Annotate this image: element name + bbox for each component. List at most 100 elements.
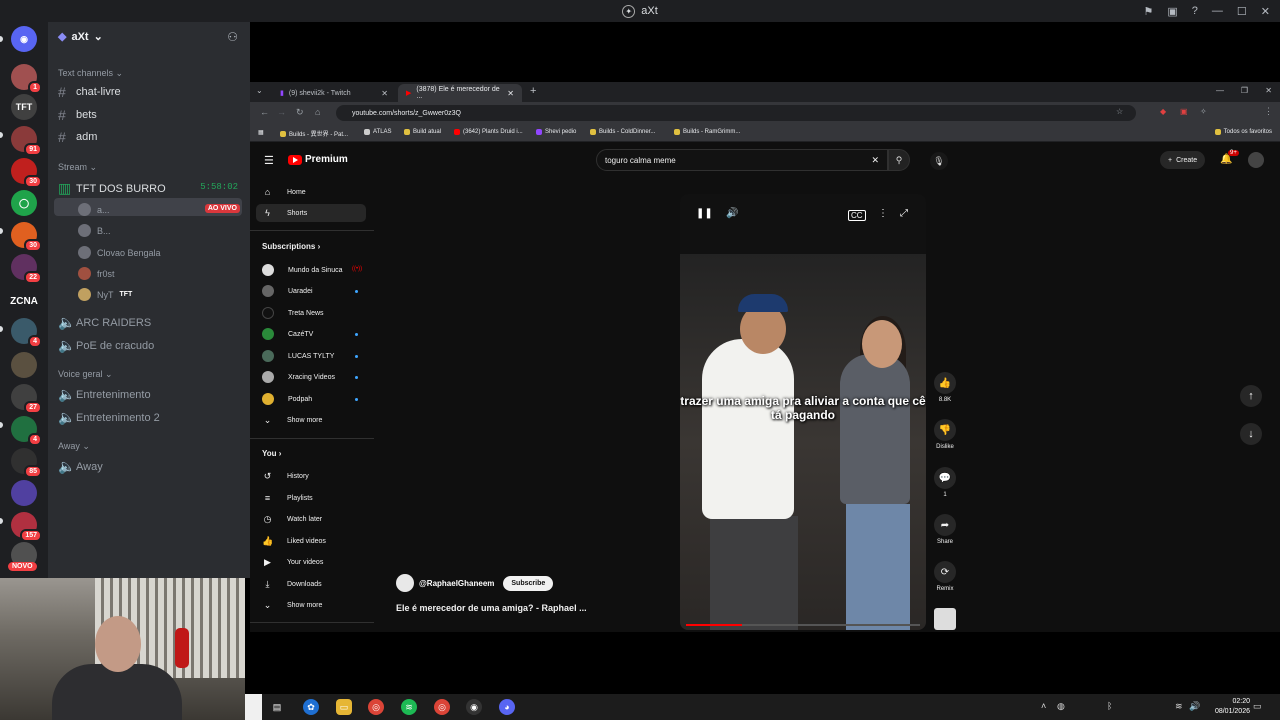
subscription-item[interactable]: Treta News — [262, 304, 324, 322]
close-icon[interactable]: ✕ — [1261, 5, 1270, 18]
fullscreen-icon[interactable]: ⤢ — [900, 208, 908, 219]
share-button[interactable]: ➦ Share — [930, 514, 960, 545]
address-bar[interactable]: youtube.com/shorts/z_Gwwer0z3Q — [336, 105, 1136, 121]
server-zcna[interactable]: ZCNA — [9, 288, 39, 314]
subscription-item[interactable]: Mundo da Sinuca — [262, 261, 342, 279]
inbox-icon[interactable]: ⚑ — [1144, 5, 1154, 18]
subscribe-button[interactable]: Subscribe — [503, 575, 554, 591]
voice-channel-poe[interactable]: 🔈 PoE de cracudo — [58, 337, 154, 354]
minimize-icon[interactable]: — — [1212, 5, 1223, 17]
voice-user[interactable]: Clovao Bengala — [78, 246, 161, 259]
clear-icon[interactable]: ✕ — [871, 155, 879, 166]
server-icon[interactable]: 4 — [11, 318, 42, 348]
volume-icon[interactable]: 🔊 — [1189, 701, 1200, 712]
comments-button[interactable]: 💬 1 — [930, 467, 960, 498]
chrome-icon[interactable]: ◎ — [368, 699, 384, 715]
server-icon[interactable]: TFT — [11, 94, 37, 120]
menu-icon[interactable]: ⋮ — [1264, 106, 1273, 117]
bookmark[interactable]: Build atual — [404, 129, 441, 135]
task-view-icon[interactable]: ▤ — [269, 699, 285, 715]
category-stream[interactable]: Stream ⌄ — [58, 162, 97, 173]
subscription-item[interactable]: Podpah — [262, 390, 312, 408]
server-icon[interactable] — [11, 352, 37, 378]
voice-user[interactable]: a... — [78, 203, 110, 216]
bookmark[interactable]: ATLAS — [364, 129, 392, 135]
voice-user[interactable]: B... — [78, 224, 111, 237]
server-icon[interactable]: 4 — [11, 416, 42, 446]
subscription-item[interactable]: Uaradei — [262, 282, 313, 300]
channel-chat-livre[interactable]: # chat-livre — [58, 84, 121, 100]
file-explorer-icon[interactable]: ▭ — [336, 699, 352, 715]
back-icon[interactable]: ← — [260, 107, 269, 117]
restore-icon[interactable]: ❐ — [1241, 86, 1248, 95]
channel-bets[interactable]: # bets — [58, 107, 97, 123]
server-icon[interactable]: 27 — [11, 384, 42, 414]
server-icon[interactable]: 1 — [11, 64, 42, 94]
you-header[interactable]: You › — [262, 449, 281, 458]
server-header[interactable]: ◆ aXt ⌄ — [58, 30, 103, 44]
video-title[interactable]: Ele é merecedor de uma amiga? - Raphael … — [396, 603, 587, 613]
server-icon[interactable]: 30 — [11, 158, 42, 188]
avatar[interactable] — [1248, 152, 1264, 168]
audio-thumbnail[interactable] — [930, 608, 960, 633]
channel-adm[interactable]: # adm — [58, 129, 97, 145]
tab-search-icon[interactable]: ⌄ — [256, 86, 263, 95]
subscriptions-header[interactable]: Subscriptions › — [262, 242, 320, 251]
nav-your-videos[interactable]: ▶ Your videos — [262, 553, 323, 571]
search-input[interactable]: toguro calma meme ✕ — [596, 149, 888, 171]
category-away[interactable]: Away ⌄ — [58, 441, 90, 452]
subscription-item[interactable]: CazéTV — [262, 325, 313, 343]
shorts-video-player[interactable]: ❚❚ 🔊 CC ⋮ ⤢ trazer uma amiga pra aliviar… — [680, 194, 926, 630]
bookmark[interactable]: Builds - ColdDinner... — [590, 129, 655, 135]
star-icon[interactable]: ☆ — [1116, 107, 1123, 116]
forward-icon[interactable]: → — [277, 107, 286, 117]
next-short-button[interactable]: ↓ — [1240, 423, 1262, 445]
volume-icon[interactable]: 🔊 — [726, 208, 738, 219]
channel-avatar[interactable] — [396, 574, 414, 592]
previous-short-button[interactable]: ↑ — [1240, 385, 1262, 407]
extensions-icon[interactable]: ✧ — [1200, 107, 1207, 116]
tab-twitch[interactable]: ▮ (9) shevii2k - Twitch ✕ — [272, 84, 396, 102]
maximize-icon[interactable]: ☐ — [1237, 5, 1247, 18]
server-icon[interactable]: 157 — [11, 512, 42, 542]
category-text-channels[interactable]: Text channels ⌄ — [58, 68, 123, 79]
tab-youtube[interactable]: ▶ (3878) Ele é merecedor de ... ✕ — [398, 84, 522, 102]
all-bookmarks[interactable]: Todos os favoritos — [1214, 129, 1272, 135]
show-more-you[interactable]: ⌄ Show more — [262, 596, 323, 614]
extension-icon[interactable]: ◆ — [1160, 107, 1166, 116]
copilot-icon[interactable]: ✿ — [303, 699, 319, 715]
show-more-subscriptions[interactable]: ⌄ Show more — [262, 411, 323, 429]
progress-bar[interactable] — [686, 624, 920, 626]
voice-channel-away[interactable]: 🔈 Away — [58, 458, 103, 475]
server-icon[interactable]: 30 — [11, 222, 42, 252]
dislike-button[interactable]: 👎 Dislike — [930, 419, 960, 450]
apps-icon[interactable]: ▦ — [258, 129, 264, 136]
server-icon[interactable]: 85 — [11, 448, 42, 478]
add-member-icon[interactable]: ⚇ — [227, 30, 238, 44]
spotify-icon[interactable]: ≋ — [401, 699, 417, 715]
obs-icon[interactable]: ◉ — [466, 699, 482, 715]
like-button[interactable]: 👍 8.8K — [930, 372, 960, 403]
voice-channel-tft-dos-burro[interactable]: ▥ TFT DOS BURRO — [58, 180, 166, 197]
hamburger-icon[interactable]: ☰ — [264, 154, 274, 167]
close-icon[interactable]: ✕ — [1265, 86, 1272, 95]
subscription-item[interactable]: Xracing Videos — [262, 368, 335, 386]
discord-icon[interactable]: ◕ — [499, 699, 515, 715]
channel-handle[interactable]: @RaphaelGhaneem — [419, 579, 494, 588]
server-icon[interactable]: ◯ — [11, 190, 37, 216]
bookmark[interactable]: Builds - 異世界 - Pat... — [280, 129, 348, 138]
more-icon[interactable]: ⋮ — [878, 208, 888, 219]
voice-channel-arc-raiders[interactable]: 🔈 ARC RAIDERS — [58, 314, 151, 331]
captions-icon[interactable]: CC — [848, 210, 866, 221]
help-icon[interactable]: ? — [1192, 5, 1198, 17]
tray-chevron-icon[interactable]: ˄ — [1041, 701, 1046, 711]
create-button[interactable]: + Create — [1160, 151, 1206, 169]
clock[interactable]: 02:20 08/01/2026 — [1215, 697, 1250, 717]
reload-icon[interactable]: ↻ — [296, 107, 304, 118]
close-icon[interactable]: ✕ — [507, 89, 514, 98]
category-voice-geral[interactable]: Voice geral ⌄ — [58, 369, 113, 380]
extension-icon[interactable]: ▣ — [1180, 107, 1188, 116]
pause-icon[interactable]: ❚❚ — [696, 208, 713, 219]
voice-search-icon[interactable]: 🎙 — [930, 152, 948, 170]
server-icon[interactable] — [11, 480, 37, 506]
